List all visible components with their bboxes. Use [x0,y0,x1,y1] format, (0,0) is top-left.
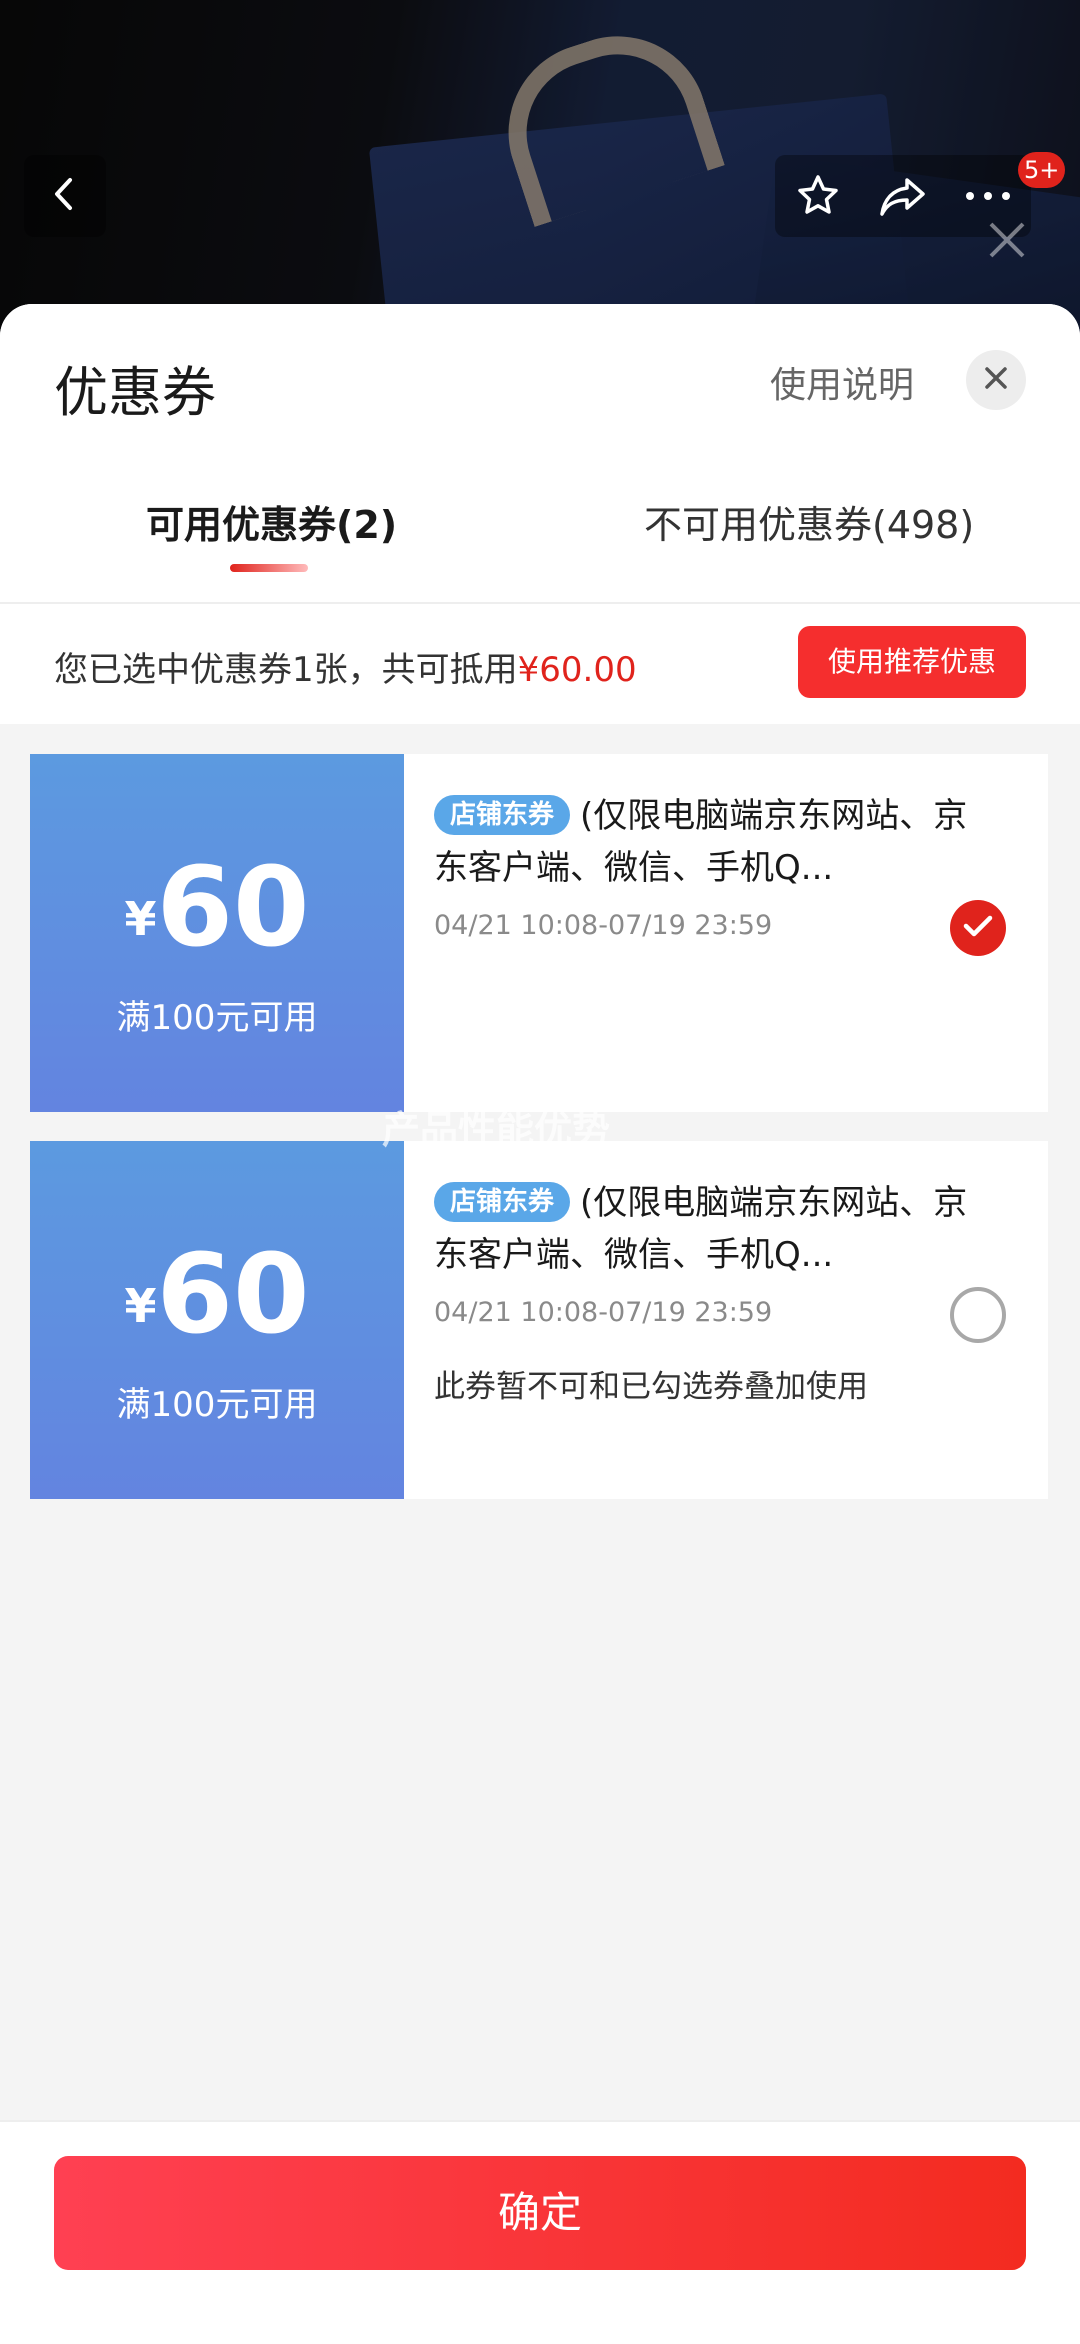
footer-bar: 确定 [0,2120,1080,2344]
tab-unavailable-coupons[interactable]: 不可用优惠券(498) [644,494,974,549]
coupon-amount: ¥60 [124,843,310,971]
faded-close-icon [985,218,1029,266]
sheet-header: 优惠券 使用说明 可用优惠券(2) 不可用优惠券(498) [0,304,1080,604]
coupon-checkbox-unselected[interactable] [950,1287,1006,1343]
coupon-sheet: 优惠券 使用说明 可用优惠券(2) 不可用优惠券(498) 您已选中优惠券1张，… [0,304,1080,2344]
use-recommended-button[interactable]: 使用推荐优惠 [798,626,1026,698]
coupon-title: 店铺东券 (仅限电脑端京东网站、京东客户端、微信、手机Q... [434,1182,968,1275]
coupon-condition: 满100元可用 [116,998,318,1038]
coupon-value-panel: ¥60 满100元可用 [24,754,404,1112]
coupon-value-panel: ¥60 满100元可用 [24,1141,404,1499]
coupon-valid-period: 04/21 10:08-07/19 23:59 [434,910,773,941]
coupon-valid-period: 04/21 10:08-07/19 23:59 [434,1297,773,1328]
back-icon [45,174,85,218]
coupon-tag: 店铺东券 [434,1182,571,1222]
coupon-tabs: 可用优惠券(2) 不可用优惠券(498) [0,494,1080,604]
coupon-details: 店铺东券 (仅限电脑端京东网站、京东客户端、微信、手机Q... 04/21 10:… [404,754,1048,1112]
coupon-amount: ¥60 [124,1230,310,1358]
close-icon [982,364,1010,396]
notification-badge: 5+ [1018,152,1066,188]
summary-amount: ¥60.00 [517,650,637,690]
back-button[interactable] [24,155,106,237]
coupon-stacking-note: 此券暂不可和已勾选券叠加使用 [434,1369,868,1405]
coupon-tag: 店铺东券 [434,795,571,835]
check-icon [963,914,993,942]
share-icon[interactable] [868,161,938,231]
tab-available-coupons[interactable]: 可用优惠券(2) [146,494,397,549]
active-tab-indicator [230,564,308,572]
summary-text: 您已选中优惠券1张，共可抵用¥60.00 [54,650,637,690]
sheet-title: 优惠券 [54,361,216,424]
coupon-title: 店铺东券 (仅限电脑端京东网站、京东客户端、微信、手机Q... [434,795,968,888]
usage-instructions-link[interactable]: 使用说明 [770,356,914,408]
selection-summary: 您已选中优惠券1张，共可抵用¥60.00 使用推荐优惠 [0,604,1080,724]
watermark: 产品性能优势 [382,1108,611,1152]
coupon-details: 店铺东券 (仅限电脑端京东网站、京东客户端、微信、手机Q... 04/21 10:… [404,1141,1048,1499]
close-button[interactable] [966,350,1026,410]
coupon-checkbox-selected[interactable] [950,900,1006,956]
coupon-condition: 满100元可用 [116,1385,318,1425]
coupon-card[interactable]: ¥60 满100元可用 店铺东券 (仅限电脑端京东网站、京东客户端、微信、手机Q.… [24,1141,1048,1499]
coupon-card[interactable]: ¥60 满100元可用 店铺东券 (仅限电脑端京东网站、京东客户端、微信、手机Q.… [24,754,1048,1112]
confirm-button[interactable]: 确定 [54,2156,1026,2270]
star-icon[interactable] [783,161,853,231]
